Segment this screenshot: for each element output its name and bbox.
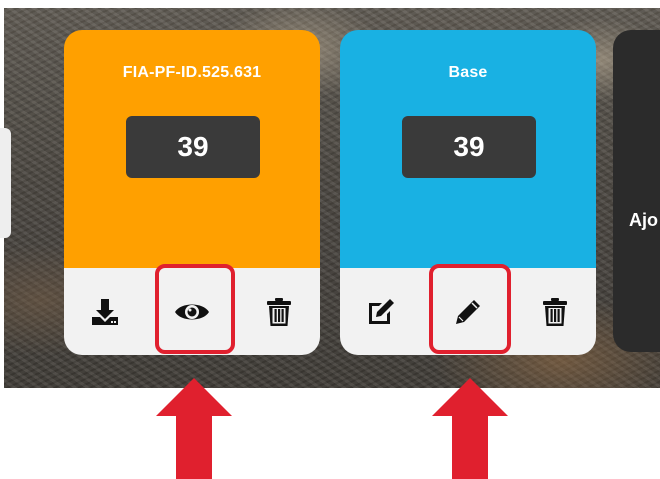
- card-header: FIA-PF-ID.525.631 39: [64, 30, 320, 268]
- download-icon: [90, 297, 120, 327]
- highlight-rename-button: [429, 264, 511, 354]
- delete-button[interactable]: [520, 268, 590, 355]
- card-header: Base 39: [340, 30, 596, 268]
- card-title: Base: [448, 64, 488, 81]
- edit-button[interactable]: [346, 268, 416, 355]
- card-count: 39: [402, 116, 536, 178]
- delete-button[interactable]: [244, 268, 314, 355]
- arrow-up-icon: [432, 378, 508, 479]
- card-title: Ajo: [629, 210, 658, 230]
- previous-card-edge[interactable]: [0, 128, 11, 238]
- download-button[interactable]: [70, 268, 140, 355]
- trash-icon: [542, 297, 568, 327]
- highlight-view-button: [155, 264, 235, 354]
- edit-icon: [366, 297, 396, 327]
- arrow-up-icon: [156, 378, 232, 479]
- card-count: 39: [126, 116, 260, 178]
- trash-icon: [266, 297, 292, 327]
- top-margin: [0, 0, 660, 8]
- card-title: FIA-PF-ID.525.631: [122, 64, 262, 81]
- card-add[interactable]: Ajo: [613, 30, 660, 352]
